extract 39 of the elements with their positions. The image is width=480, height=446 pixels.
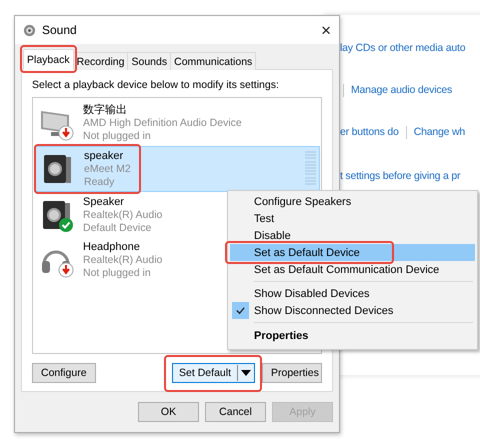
settings-link[interactable]: lay CDs or other media auto [340, 42, 466, 54]
device-description: Realtek(R) Audio [83, 208, 162, 222]
device-status: Not plugged in [83, 130, 152, 142]
instruction-text: Select a playback device below to modify its settings: [32, 79, 280, 91]
menu-item[interactable]: Show Disabled Devices [230, 285, 475, 302]
menu-item[interactable]: Properties [230, 326, 475, 346]
device-name: 数字输出 [83, 104, 128, 116]
settings-link[interactable]: t settings before giving a pr [340, 170, 460, 182]
caret-icon[interactable] [241, 370, 251, 376]
device-item[interactable]: 数字输出 AMD High Definition Audio Device Not plugged in [34, 101, 320, 145]
device-item[interactable]: speaker eMeet M2 Ready [34, 146, 320, 192]
speaker-icon [23, 24, 36, 36]
device-status: Ready [84, 176, 116, 188]
menu-item[interactable]: Set as Default Communication Device [230, 261, 475, 278]
settings-link[interactable]: Manage audio devices [351, 84, 452, 96]
dialog-button[interactable]: Configure [32, 363, 96, 383]
device-description: eMeet M2 [84, 162, 131, 176]
dialog-button[interactable]: Cancel [205, 402, 266, 422]
settings-link[interactable]: er buttons do [340, 126, 399, 138]
device-description: Realtek(R) Audio [83, 254, 162, 266]
close-button[interactable]: × [321, 22, 331, 38]
device-status: Default Device [83, 222, 152, 234]
settings-link[interactable]: Change wh [414, 126, 466, 138]
device-name: Speaker [83, 196, 125, 208]
tab[interactable]: Recording [72, 52, 128, 70]
menu-item[interactable]: Disable [230, 227, 475, 244]
dialog-button[interactable]: Properties [262, 363, 322, 383]
split-button[interactable]: Set Default [172, 363, 255, 383]
tab[interactable]: Sounds [127, 52, 172, 70]
menu-item[interactable]: Configure Speakers [230, 193, 475, 210]
menu-item[interactable]: Test [230, 210, 475, 227]
menu-item[interactable]: Show Disconnected Devices [230, 302, 475, 319]
tab[interactable]: Communications [170, 52, 256, 70]
window-title: Sound [42, 23, 78, 37]
device-name: Headphone [83, 240, 141, 254]
device-name: speaker [84, 150, 124, 162]
device-status: Not plugged in [83, 266, 152, 280]
device-description: AMD High Definition Audio Device [83, 116, 242, 130]
dialog-button[interactable]: OK [138, 402, 199, 422]
